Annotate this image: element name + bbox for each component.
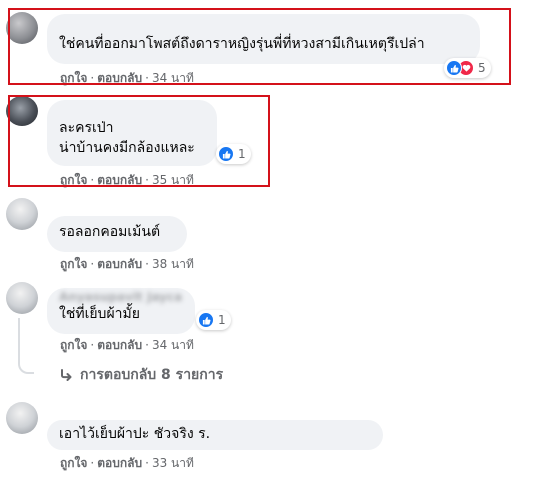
avatar[interactable] (6, 402, 38, 434)
avatar[interactable] (6, 12, 38, 44)
comment-text: ใช่คนที่ออกมาโพสต์ถึงดาราหญิงรุ่นพี่ที่ห… (59, 36, 425, 52)
timestamp[interactable]: 38 นาที (152, 257, 194, 271)
like-link[interactable]: ถูกใจ (60, 173, 87, 187)
reaction-count: 1 (238, 147, 246, 161)
comment-text: เอาไว้เย็บผ้าปะ ชัวจริง ร. (59, 426, 211, 442)
love-icon (218, 146, 234, 162)
comment-bubble: เอาไว้เย็บผ้าปะ ชัวจริง ร. (47, 420, 383, 450)
comment-bubble: รอลอกคอมเม้นต์ (47, 216, 187, 252)
separator: · (90, 338, 95, 352)
reaction-count: 5 (478, 61, 486, 75)
reaction-count: 1 (218, 313, 226, 327)
comment-text: ละครเป่า น่าบ้านคงมีกล้องแหละ (59, 120, 195, 156)
separator: · (145, 257, 149, 271)
separator: · (145, 338, 149, 352)
comment-bubble: ใช่คนที่ออกมาโพสต์ถึงดาราหญิงรุ่นพี่ที่ห… (47, 14, 480, 64)
timestamp[interactable]: 33 นาที (152, 456, 194, 470)
reply-link[interactable]: ตอบกลับ (97, 456, 142, 470)
comment-actions: ถูกใจ · ตอบกลับ · 33 นาที (60, 455, 194, 471)
comment-bubble: ละครเป่า น่าบ้านคงมีกล้องแหละ (47, 100, 217, 166)
reply-link[interactable]: ตอบกลับ (97, 257, 142, 271)
comment-author[interactable]: Anyasupavit Jaycan (59, 290, 183, 304)
reaction-summary[interactable]: 5 (444, 58, 491, 78)
separator: · (145, 456, 149, 470)
comment-actions: ถูกใจ · ตอบกลับ · 34 นาที (60, 337, 194, 353)
timestamp[interactable]: 35 นาที (152, 173, 194, 187)
separator: · (90, 456, 95, 470)
timestamp[interactable]: 34 นาที (152, 338, 194, 352)
like-link[interactable]: ถูกใจ (60, 338, 87, 352)
separator: · (145, 173, 149, 187)
separator: · (145, 71, 149, 85)
view-replies-button[interactable]: การตอบกลับ 8 รายการ (60, 364, 223, 386)
separator: · (90, 173, 95, 187)
avatar[interactable] (6, 198, 38, 230)
timestamp[interactable]: 34 นาที (152, 71, 194, 85)
comment-actions: ถูกใจ · ตอบกลับ · 35 นาที (60, 172, 194, 188)
like-link[interactable]: ถูกใจ (60, 71, 87, 85)
reply-arrow-icon (60, 369, 74, 381)
comment-bubble: Anyasupavit Jaycan ใช่ที่เย็บผ้ามั้ย (47, 288, 195, 334)
comment-text: ใช่ที่เย็บผ้ามั้ย (59, 306, 140, 322)
reply-link[interactable]: ตอบกลับ (97, 71, 142, 85)
separator: · (90, 257, 95, 271)
thread-connector (18, 318, 34, 374)
comment-actions: ถูกใจ · ตอบกลับ · 38 นาที (60, 256, 194, 272)
love-icon (198, 312, 214, 328)
reply-link[interactable]: ตอบกลับ (97, 338, 142, 352)
comment-text: รอลอกคอมเม้นต์ (59, 224, 161, 240)
like-link[interactable]: ถูกใจ (60, 257, 87, 271)
avatar[interactable] (6, 282, 38, 314)
like-icon (446, 60, 462, 76)
separator: · (90, 71, 95, 85)
like-link[interactable]: ถูกใจ (60, 456, 87, 470)
comment-actions: ถูกใจ · ตอบกลับ · 34 นาที (60, 70, 194, 86)
reaction-summary[interactable]: 1 (216, 144, 251, 164)
avatar[interactable] (6, 96, 38, 126)
reaction-summary[interactable]: 1 (196, 310, 231, 330)
reply-link[interactable]: ตอบกลับ (97, 173, 142, 187)
view-replies-label: การตอบกลับ 8 รายการ (80, 367, 224, 383)
